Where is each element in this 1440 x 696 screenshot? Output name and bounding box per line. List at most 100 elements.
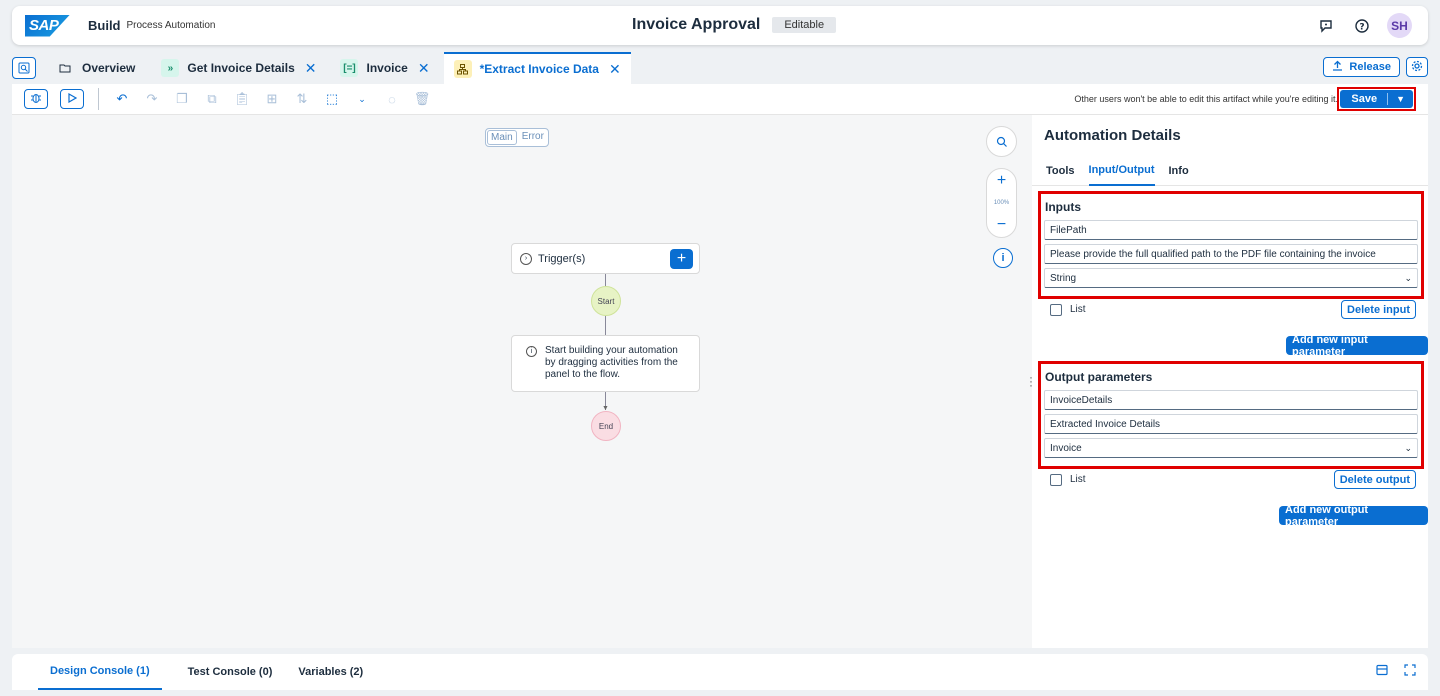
- add-trigger-button[interactable]: +: [670, 249, 693, 269]
- toolbar-divider: [98, 88, 99, 110]
- input-list-label: List: [1070, 304, 1086, 315]
- tab-overview[interactable]: Overview: [46, 52, 145, 84]
- release-label: Release: [1349, 61, 1391, 73]
- trigger-node[interactable]: › Trigger(s) +: [511, 243, 700, 274]
- add-to-group-icon[interactable]: ⊞: [260, 91, 284, 107]
- connector-line: [605, 274, 606, 286]
- tab-label: *Extract Invoice Data: [479, 62, 599, 76]
- save-label: Save: [1340, 93, 1389, 105]
- editor-toolbar: ↶ ↷ ❐ ⧉ 📋︎ ⊞ ⇅ ⬚ ⌄ ◌ 🗑︎ Other users won'…: [12, 84, 1428, 115]
- add-output-parameter-button[interactable]: Add new output parameter: [1279, 504, 1428, 528]
- debug-button[interactable]: [24, 89, 48, 109]
- panel-title: Automation Details: [1044, 127, 1181, 144]
- tab-extract-invoice-data[interactable]: *Extract Invoice Data ✕: [443, 52, 631, 84]
- sort-icon[interactable]: ⇅: [290, 91, 314, 107]
- save-button[interactable]: Save ▼: [1340, 90, 1413, 108]
- start-node: Start: [591, 286, 621, 316]
- subproduct-name: Process Automation: [126, 20, 216, 31]
- close-icon[interactable]: ✕: [609, 61, 621, 78]
- output-list-checkbox[interactable]: [1050, 473, 1062, 486]
- delete-input-button[interactable]: Delete input: [1341, 300, 1416, 319]
- sap-logo[interactable]: SAP: [25, 14, 70, 37]
- console-bar: Design Console (1) Test Console (0) Vari…: [12, 654, 1428, 690]
- zoom-control: + 100% −: [986, 168, 1017, 238]
- select-icon[interactable]: ⬚: [320, 91, 344, 107]
- add-input-parameter-button[interactable]: Add new input parameter: [1286, 334, 1428, 358]
- tab-label: Invoice: [366, 61, 408, 75]
- chevron-down-icon[interactable]: ▼: [1388, 94, 1413, 104]
- redo-icon[interactable]: ↷: [140, 91, 164, 107]
- copy-icon[interactable]: ❐: [170, 91, 194, 107]
- info-icon[interactable]: i: [993, 248, 1013, 268]
- zoom-level: 100%: [993, 200, 1010, 206]
- delete-icon[interactable]: 🗑︎: [410, 91, 434, 107]
- release-button[interactable]: Release: [1323, 57, 1400, 77]
- avatar[interactable]: SH: [1387, 13, 1412, 38]
- zoom-out-icon[interactable]: −: [997, 217, 1006, 233]
- connector-line: [605, 316, 606, 335]
- tab-label: Get Invoice Details: [187, 61, 295, 75]
- inputs-section: Inputs FilePath Please provide the full …: [1038, 191, 1424, 299]
- close-icon[interactable]: ✕: [305, 60, 317, 77]
- search-artifacts-icon[interactable]: [12, 57, 36, 79]
- delete-output-button[interactable]: Delete output: [1333, 470, 1416, 489]
- outputs-heading: Output parameters: [1045, 370, 1153, 384]
- tab-input-output[interactable]: Input/Output: [1088, 155, 1155, 186]
- bug-icon: [30, 92, 42, 107]
- input-list-checkbox[interactable]: [1050, 303, 1062, 316]
- product-name: Build: [88, 18, 121, 33]
- flow-switch: Main Error: [485, 128, 549, 147]
- output-description-field[interactable]: Extracted Invoice Details: [1044, 414, 1418, 434]
- settings-button[interactable]: [1406, 57, 1428, 77]
- shell-actions: ? SH: [1315, 13, 1412, 38]
- input-description-field[interactable]: Please provide the full qualified path t…: [1044, 244, 1418, 264]
- close-icon[interactable]: ✕: [418, 60, 430, 77]
- gear-icon: [1411, 60, 1423, 75]
- expand-icon[interactable]: [1404, 664, 1416, 679]
- chevron-right-icon: ›: [520, 252, 532, 265]
- save-highlight: Save ▼: [1337, 87, 1416, 111]
- trigger-label: Trigger(s): [538, 252, 586, 265]
- automation-details-panel: Automation Details Tools Input/Output In…: [1032, 115, 1428, 648]
- svg-text:?: ?: [1359, 22, 1364, 32]
- duplicate-icon[interactable]: ⧉: [200, 91, 224, 107]
- search-icon[interactable]: [986, 126, 1017, 157]
- tab-test-console[interactable]: Test Console (0): [188, 654, 273, 690]
- chevron-down-icon[interactable]: ⌄: [350, 94, 374, 105]
- input-type-select[interactable]: String ⌄: [1044, 268, 1418, 288]
- help-icon[interactable]: ?: [1351, 15, 1373, 37]
- shell-bar: SAP Build Process Automation Invoice App…: [12, 6, 1428, 45]
- tab-variables[interactable]: Variables (2): [298, 654, 363, 690]
- feedback-icon[interactable]: [1315, 15, 1337, 37]
- chevron-down-icon: ⌄: [1404, 443, 1412, 453]
- info-icon: i: [526, 346, 537, 357]
- undo-icon[interactable]: ↶: [110, 91, 134, 107]
- output-list-row: List Delete output: [1044, 470, 1416, 489]
- segment-error[interactable]: Error: [518, 129, 548, 146]
- empty-flow-hint: i Start building your automation by drag…: [511, 335, 700, 392]
- output-name-field[interactable]: InvoiceDetails: [1044, 390, 1418, 410]
- tab-get-invoice-details[interactable]: » Get Invoice Details ✕: [151, 52, 326, 84]
- panel-layout-icon[interactable]: [1376, 664, 1388, 679]
- chevron-down-icon: ⌄: [1404, 273, 1412, 283]
- output-type-value: Invoice: [1050, 443, 1082, 454]
- lock-note: Other users won't be able to edit this a…: [1074, 94, 1338, 104]
- tab-label: Overview: [82, 61, 136, 75]
- hide-icon[interactable]: ◌: [380, 92, 404, 107]
- editor-tabs: Overview » Get Invoice Details ✕ [=] Inv…: [12, 52, 1428, 84]
- output-type-select[interactable]: Invoice ⌄: [1044, 438, 1418, 458]
- run-button[interactable]: [60, 89, 84, 109]
- folder-icon: [56, 59, 74, 77]
- flow-canvas[interactable]: Main Error + 100% − i › Trigger(s) + Sta…: [12, 115, 1033, 648]
- tab-invoice[interactable]: [=] Invoice ✕: [330, 52, 439, 84]
- tab-design-console[interactable]: Design Console (1): [38, 654, 162, 690]
- page-title: Invoice Approval: [632, 16, 761, 33]
- upload-icon: [1332, 60, 1343, 74]
- segment-main[interactable]: Main: [487, 130, 517, 145]
- paste-icon[interactable]: 📋︎: [230, 91, 254, 107]
- tab-tools[interactable]: Tools: [1046, 155, 1075, 186]
- tab-info[interactable]: Info: [1169, 155, 1189, 186]
- zoom-in-icon[interactable]: +: [997, 173, 1006, 189]
- input-name-field[interactable]: FilePath: [1044, 220, 1418, 240]
- hint-text: Start building your automation by draggi…: [545, 345, 678, 380]
